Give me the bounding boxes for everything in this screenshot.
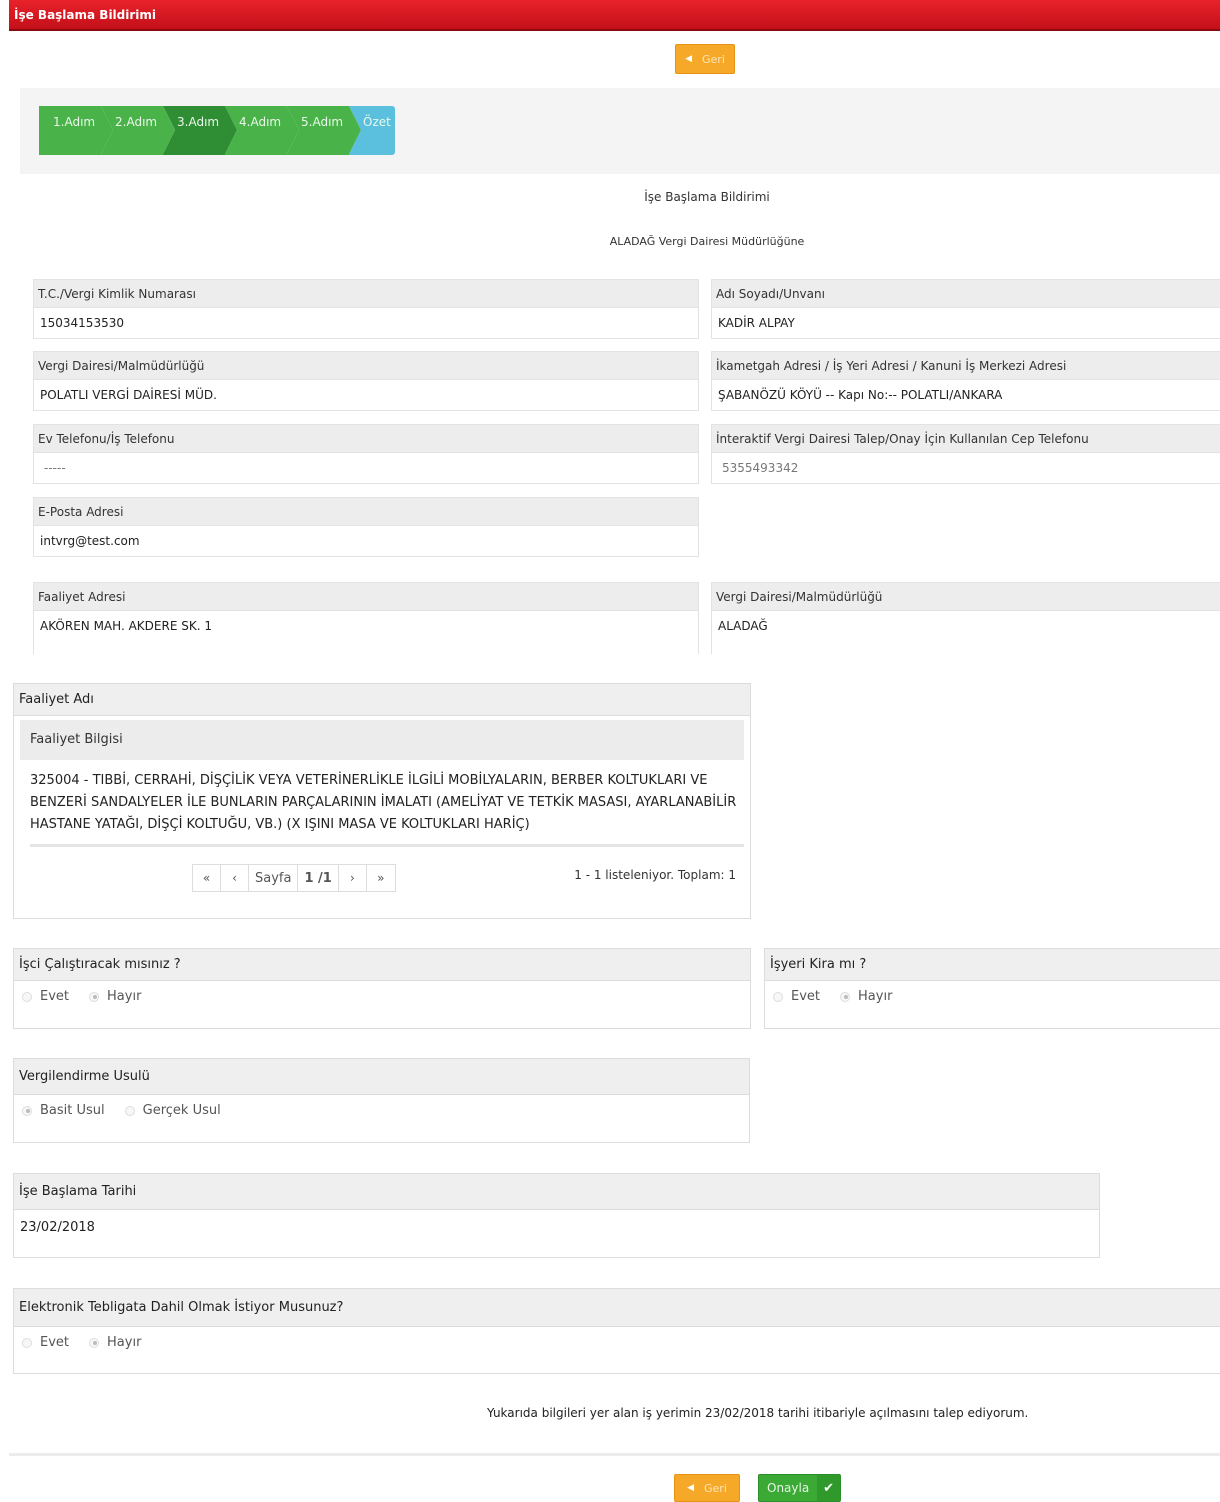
activity-text: 325004 - TIBBİ, CERRAHİ, DİŞÇİLİK VEYA V… [30, 770, 744, 847]
top-back-label: Geri [702, 52, 725, 66]
checkmark-icon: ✔ [817, 1475, 840, 1501]
tax-office-value: POLATLI VERGİ DAİRESİ MÜD. [40, 388, 217, 402]
name-field: Adı Soyadı/Unvanı KADİR ALPAY [711, 279, 1220, 339]
divider [9, 1453, 1220, 1456]
rent-yes-radio[interactable]: Evet [773, 989, 820, 1004]
e-notify-no-radio[interactable]: Hayır [89, 1335, 141, 1350]
e-notify-panel: Elektronik Tebligata Dahil Olmak İstiyor… [13, 1288, 1220, 1374]
phone-value: ----- [44, 461, 66, 475]
bottom-back-label: Geri [704, 1481, 727, 1495]
name-label: Adı Soyadı/Unvanı [712, 280, 1220, 308]
e-notify-yes-radio[interactable]: Evet [22, 1335, 69, 1350]
address-field: İkametgah Adresi / İş Yeri Adresi / Kanu… [711, 351, 1220, 411]
radio-icon [22, 991, 32, 1002]
page-value: 1 /1 [298, 865, 339, 891]
start-date-panel: İşe Başlama Tarihi 23/02/2018 [13, 1173, 1100, 1258]
radio-icon [22, 1337, 32, 1348]
tc-field: T.C./Vergi Kimlik Numarası 15034153530 [33, 279, 699, 339]
rent-question-title: İşyeri Kira mı ? [765, 949, 1220, 981]
activity-panel: Faaliyet Adı Faaliyet Bilgisi 325004 - T… [13, 683, 751, 919]
worker-question-title: İşci Çalıştıracak mısınız ? [14, 949, 750, 981]
radio-selected-icon [840, 991, 851, 1002]
phone-label: Ev Telefonu/İş Telefonu [34, 425, 698, 453]
start-date-value: 23/02/2018 [20, 1220, 95, 1235]
top-back-button[interactable]: ◀ Geri [675, 44, 735, 74]
worker-no-radio[interactable]: Hayır [89, 989, 141, 1004]
bottom-back-button[interactable]: ◀ Geri [674, 1474, 740, 1502]
office-heading: ALADAĞ Vergi Dairesi Müdürlüğüne [609, 235, 805, 248]
activity-address-label: Faaliyet Adresi [34, 583, 698, 611]
radio-selected-icon [89, 1337, 100, 1348]
declaration-text: Yukarıda bilgileri yer alan iş yerimin 2… [487, 1406, 1029, 1420]
confirm-label: Onayla [767, 1481, 810, 1495]
rent-question-panel: İşyeri Kira mı ? Evet Hayır [764, 948, 1220, 1029]
tc-value: 15034153530 [40, 316, 124, 330]
page-label: Sayfa [249, 865, 299, 891]
mobile-value: 5355493342 [722, 461, 799, 475]
tc-label: T.C./Vergi Kimlik Numarası [34, 280, 698, 308]
start-date-title: İşe Başlama Tarihi [14, 1174, 1099, 1210]
activity-title: Faaliyet Adı [14, 684, 750, 716]
email-value: intvrg@test.com [40, 534, 140, 548]
activity-tax-office-label: Vergi Dairesi/Malmüdürlüğü [712, 583, 1220, 611]
email-field: E-Posta Adresi intvrg@test.com [33, 497, 699, 557]
name-value: KADİR ALPAY [718, 316, 795, 330]
rent-no-radio[interactable]: Hayır [840, 989, 892, 1004]
window-title: İşe Başlama Bildirimi [14, 8, 157, 22]
real-method-radio[interactable]: Gerçek Usul [124, 1103, 221, 1118]
activity-address-value: AKÖREN MAH. AKDERE SK. 1 [40, 619, 212, 633]
address-value: ŞABANÖZÜ KÖYÜ -- Kapı No:-- POLATLI/ANKA… [718, 388, 1003, 402]
radio-selected-icon [89, 991, 100, 1002]
email-label: E-Posta Adresi [34, 498, 698, 526]
form-title: İşe Başlama Bildirimi [644, 190, 770, 204]
tax-office-field: Vergi Dairesi/Malmüdürlüğü POLATLI VERGİ… [33, 351, 699, 411]
tax-method-panel: Vergilendirme Usulü Basit Usul Gerçek Us… [13, 1058, 750, 1143]
wizard-steps: 1.Adım 2.Adım 3.Adım 4.Adım 5.Adım Özet [39, 106, 395, 155]
prev-page-button[interactable]: ‹ [221, 865, 249, 891]
chevron-left-icon: ◀ [687, 1483, 695, 1493]
pagination: « ‹ Sayfa 1 /1 › » [192, 864, 396, 892]
worker-question-panel: İşci Çalıştıracak mısınız ? Evet Hayır [13, 948, 751, 1029]
activity-tax-office-field: Vergi Dairesi/Malmüdürlüğü ALADAĞ [711, 582, 1220, 654]
chevron-left-icon: ◀ [685, 54, 693, 64]
tax-method-title: Vergilendirme Usulü [14, 1059, 749, 1095]
next-page-button[interactable]: › [339, 865, 367, 891]
radio-icon [773, 991, 783, 1002]
activity-info-header: Faaliyet Bilgisi [20, 720, 744, 760]
tax-office-label: Vergi Dairesi/Malmüdürlüğü [34, 352, 698, 380]
radio-selected-icon [22, 1105, 32, 1116]
list-count: 1 - 1 listeleniyor. Toplam: 1 [574, 868, 736, 882]
mobile-label: İnteraktif Vergi Dairesi Talep/Onay İçin… [712, 425, 1220, 453]
window-titlebar: İşe Başlama Bildirimi [9, 0, 1220, 31]
simple-method-radio[interactable]: Basit Usul [22, 1103, 105, 1118]
activity-address-field: Faaliyet Adresi AKÖREN MAH. AKDERE SK. 1 [33, 582, 699, 654]
radio-icon [124, 1105, 135, 1116]
mobile-field: İnteraktif Vergi Dairesi Talep/Onay İçin… [711, 424, 1220, 484]
last-page-button[interactable]: » [367, 865, 395, 891]
worker-yes-radio[interactable]: Evet [22, 989, 69, 1004]
first-page-button[interactable]: « [193, 865, 221, 891]
step-1[interactable]: 1.Adım [39, 106, 113, 155]
e-notify-title: Elektronik Tebligata Dahil Olmak İstiyor… [14, 1289, 1220, 1327]
confirm-button[interactable]: Onayla ✔ [758, 1474, 841, 1502]
phone-field: Ev Telefonu/İş Telefonu ----- [33, 424, 699, 484]
address-label: İkametgah Adresi / İş Yeri Adresi / Kanu… [712, 352, 1220, 380]
activity-tax-office-value: ALADAĞ [718, 619, 768, 633]
